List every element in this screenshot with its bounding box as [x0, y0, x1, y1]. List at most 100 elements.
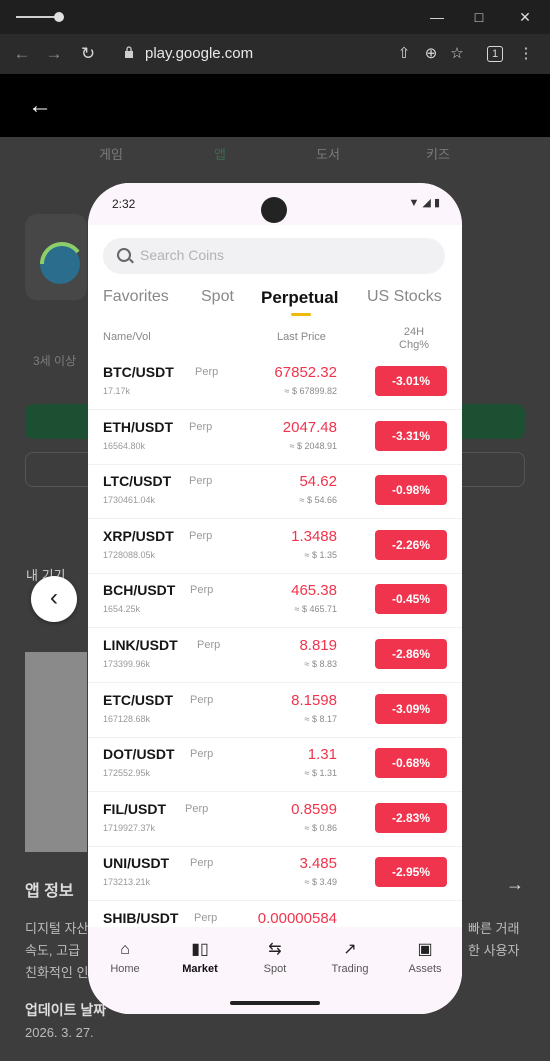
forward-icon[interactable]: → [44, 44, 64, 64]
last-price: 465.38 [291, 582, 337, 600]
ticker-symbol: LTC/USDT [103, 473, 172, 490]
window-titlebar: — □ ✕ [0, 0, 550, 34]
ticker-row[interactable]: XRP/USDT Perp 1728088.05k 1.3488 ≈ $ 1.35 -2.… [88, 520, 462, 574]
volume-slider-knob[interactable] [54, 12, 64, 22]
change-badge[interactable]: -0.98% [375, 475, 447, 506]
change-badge[interactable]: -0.45% [375, 584, 447, 615]
last-price: 8.819 [299, 637, 337, 654]
tab-perpetual[interactable]: Perpetual [261, 288, 338, 308]
description-line-2: 속도, 고급 [25, 943, 81, 958]
close-lightbox-icon[interactable]: ← [28, 92, 52, 120]
category-kids[interactable]: 키즈 [426, 144, 450, 163]
camera-cutout [261, 197, 287, 223]
nav-trading-label: Trading [331, 963, 369, 975]
ticker-row[interactable]: FIL/USDT Perp 1719927.37k 0.8599 ≈ $ 0.86 -2.… [88, 793, 462, 847]
last-price: 67852.32 [274, 364, 337, 381]
menu-icon[interactable]: ⋮ [516, 44, 536, 64]
bookmark-star-icon[interactable]: ☆ [447, 44, 467, 64]
close-icon[interactable]: ✕ [516, 8, 534, 26]
app-info-title: 앱 정보 [25, 883, 74, 900]
ticker-symbol: ETH/USDT [103, 418, 173, 435]
ticker-row[interactable]: UNI/USDT Perp 173213.21k 3.485 ≈ $ 3.49 -2.95… [88, 847, 462, 902]
change-badge[interactable]: -2.95% [375, 857, 447, 888]
change-badge[interactable]: -3.31% [375, 420, 447, 451]
usd-price: ≈ $ 8.17 [304, 713, 337, 724]
category-books[interactable]: 도서 [316, 144, 340, 163]
ticker-row[interactable]: BCH/USDT Perp 1654.25k 465.38 ≈ $ 465.71 -0.4… [88, 574, 462, 629]
nav-market-label: Market [182, 963, 218, 975]
url-box[interactable]: play.google.com [112, 40, 402, 68]
reload-icon[interactable]: ↻ [78, 44, 98, 64]
nav-market[interactable]: ▮▯ Market [170, 939, 230, 975]
nav-spot[interactable]: ⇆ Spot [245, 939, 305, 975]
ticker-symbol: DOT/USDT [103, 746, 175, 763]
tab-favorites[interactable]: Favorites [103, 288, 169, 306]
header-last-price: Last Price [277, 331, 326, 343]
usd-price: ≈ $ 1.35 [304, 549, 337, 560]
previous-screenshot-button[interactable]: ‹ [31, 576, 77, 622]
contract-type: Perp [190, 584, 214, 597]
volume-slider-track[interactable] [16, 16, 58, 18]
tab-count-icon[interactable]: 1 [487, 46, 503, 62]
home-indicator [230, 1001, 320, 1005]
ticker-row[interactable]: ETH/USDT Perp 16564.80k 2047.48 ≈ $ 2048.91 -… [88, 411, 462, 465]
arrow-right-icon[interactable]: → [506, 874, 524, 895]
search-placeholder: Search Coins [140, 247, 225, 263]
change-badge[interactable]: -3.01% [375, 366, 447, 396]
search-icon [117, 248, 131, 262]
usd-price: ≈ $ 54.66 [299, 495, 337, 506]
home-icon: ⌂ [120, 941, 130, 958]
ticker-symbol: XRP/USDT [103, 527, 174, 544]
contract-type: Perp [190, 857, 214, 870]
app-icon [25, 214, 87, 300]
globe-logo-icon [40, 242, 80, 284]
change-badge[interactable]: -3.09% [375, 693, 447, 724]
ticker-row[interactable]: BTC/USDT Perp 17.17k 67852.32 ≈ $ 67899.82 -3… [88, 356, 462, 410]
change-badge[interactable]: -2.26% [375, 529, 447, 560]
nav-assets[interactable]: ▣ Assets [395, 939, 455, 975]
nav-trading[interactable]: ↗ Trading [320, 939, 380, 975]
last-price: 1.31 [307, 746, 337, 764]
share-icon[interactable]: ⇧ [394, 44, 414, 64]
change-badge[interactable]: -0.68% [375, 748, 447, 779]
nav-home[interactable]: ⌂ Home [95, 939, 155, 975]
change-badge[interactable]: -2.86% [375, 639, 447, 669]
volume: 17.17k [103, 386, 131, 396]
description-line-3: 친화적인 인 [25, 965, 89, 980]
contract-type: Perp [190, 693, 214, 706]
usd-price: ≈ $ 1.31 [304, 768, 337, 779]
usd-price: ≈ $ 67899.82 [284, 386, 337, 396]
age-rating: 3세 이상 [33, 354, 77, 368]
ticker-row[interactable]: DOT/USDT Perp 172552.95k 1.31 ≈ $ 1.31 -0.68% [88, 738, 462, 793]
contract-type: Perp [189, 420, 213, 433]
back-icon[interactable]: ← [12, 44, 32, 64]
screenshot-thumbnail[interactable] [25, 652, 87, 852]
category-apps[interactable]: 앱 [214, 144, 226, 163]
zoom-icon[interactable]: ⊕ [421, 44, 441, 64]
usd-price: ≈ $ 0.86 [304, 822, 337, 833]
volume: 1730461.04k [103, 495, 156, 506]
ticker-symbol: UNI/USDT [103, 855, 170, 872]
ticker-row[interactable]: LTC/USDT Perp 1730461.04k 54.62 ≈ $ 54.66 -0.… [88, 465, 462, 520]
search-coins-input[interactable]: Search Coins [103, 238, 445, 274]
last-price: 2047.48 [282, 418, 337, 436]
change-badge[interactable]: -2.83% [375, 802, 447, 833]
volume: 16564.80k [103, 440, 146, 451]
category-games[interactable]: 게임 [99, 144, 123, 163]
maximize-icon[interactable]: □ [470, 8, 488, 26]
usd-price: ≈ $ 8.83 [304, 659, 337, 669]
ticker-row[interactable]: ETC/USDT Perp 167128.68k 8.1598 ≈ $ 8.17 -3.0… [88, 684, 462, 738]
ticker-symbol: SHIB/USDT [103, 910, 179, 926]
exchange-icon: ⇆ [268, 941, 282, 958]
contract-type: Perp [197, 639, 221, 651]
ticker-row[interactable]: LINK/USDT Perp 173399.96k 8.819 ≈ $ 8.83 -2.8… [88, 629, 462, 683]
tab-us-stocks[interactable]: US Stocks [367, 288, 442, 306]
ticker-symbol: ETC/USDT [103, 691, 173, 708]
volume: 167128.68k [103, 713, 151, 724]
status-bar: 2:32 ▼ ◢ ▮ [88, 183, 462, 225]
volume: 173213.21k [103, 877, 151, 888]
tab-spot[interactable]: Spot [201, 288, 234, 306]
usd-price: ≈ $ 2048.91 [289, 440, 337, 451]
wallet-icon: ▣ [417, 941, 433, 958]
minimize-icon[interactable]: — [428, 8, 446, 26]
